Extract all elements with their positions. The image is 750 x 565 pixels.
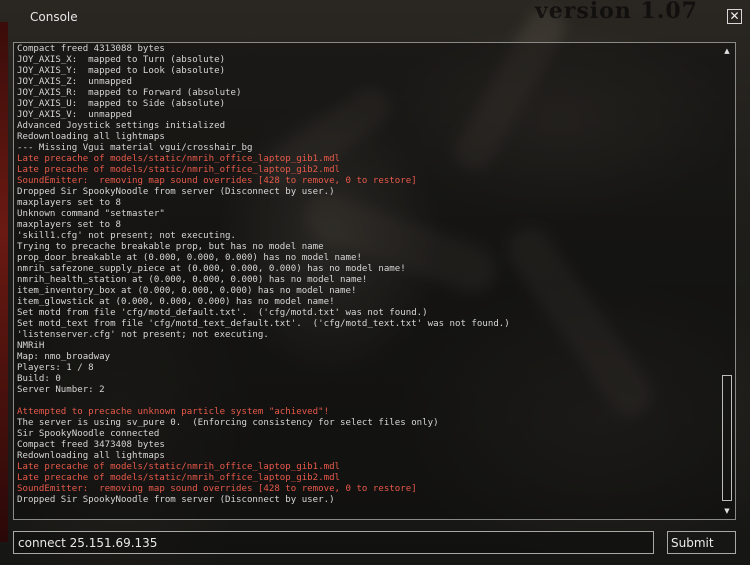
log-line: Attempted to precache unknown particle s… <box>17 407 330 417</box>
log-line: 'listenserver.cfg' not present; not exec… <box>17 330 269 340</box>
version-watermark: version 1.07 <box>534 0 698 24</box>
log-line: The server is using sv_pure 0. (Enforcin… <box>17 418 439 428</box>
log-line: item_inventory_box at (0.000, 0.000, 0.0… <box>17 286 357 296</box>
log-line: Dropped Sir SpookyNoodle from server (Di… <box>17 187 335 197</box>
log-line: nmrih_safezone_supply_piece at (0.000, 0… <box>17 264 406 274</box>
log-line: prop_door_breakable at (0.000, 0.000, 0.… <box>17 253 362 263</box>
log-line: Map: nmo_broadway <box>17 352 111 362</box>
log-line: Advanced Joystick settings initialized <box>17 121 226 131</box>
log-line: Build: 0 <box>17 374 61 384</box>
log-line: Set motd from file 'cfg/motd_default.txt… <box>17 308 428 318</box>
log-line: Late precache of models/static/nmrih_off… <box>17 165 341 175</box>
log-scrollbar[interactable]: ▲ ▼ <box>719 43 735 519</box>
log-line: JOY_AXIS_R: mapped to Forward (absolute) <box>17 88 242 98</box>
scrollbar-thumb[interactable] <box>722 375 732 501</box>
scroll-down-icon[interactable]: ▼ <box>722 506 732 516</box>
log-line: Dropped Sir SpookyNoodle from server (Di… <box>17 495 335 505</box>
log-line: SoundEmitter: removing map sound overrid… <box>17 176 417 186</box>
log-line: JOY_AXIS_V: unmapped <box>17 110 132 120</box>
log-line: Redownloading all lightmaps <box>17 132 165 142</box>
log-line: Late precache of models/static/nmrih_off… <box>17 462 341 472</box>
log-line: Late precache of models/static/nmrih_off… <box>17 154 341 164</box>
log-line: Server Number: 2 <box>17 385 105 395</box>
log-line: maxplayers set to 8 <box>17 220 122 230</box>
log-line: Players: 1 / 8 <box>17 363 94 373</box>
background-edge <box>0 22 8 542</box>
log-line: Set motd_text from file 'cfg/motd_text_d… <box>17 319 510 329</box>
console-window: version 1.07 Console ✕ Compact freed 431… <box>0 0 750 565</box>
console-log-panel[interactable]: Compact freed 4313088 bytes JOY_AXIS_X: m… <box>13 42 736 520</box>
scroll-up-icon[interactable]: ▲ <box>722 46 732 56</box>
log-line: JOY_AXIS_Z: unmapped <box>17 77 132 87</box>
command-input[interactable] <box>13 531 654 554</box>
log-line: item_glowstick at (0.000, 0.000, 0.000) … <box>17 297 335 307</box>
log-line: nmrih_health_station at (0.000, 0.000, 0… <box>17 275 368 285</box>
console-log: Compact freed 4313088 bytes JOY_AXIS_X: m… <box>17 44 717 518</box>
log-line: SoundEmitter: removing map sound overrid… <box>17 484 417 494</box>
log-line: Redownloading all lightmaps <box>17 451 165 461</box>
log-line: --- Missing Vgui material vgui/crosshair… <box>17 143 253 153</box>
log-line: NMRiH <box>17 341 45 351</box>
log-line: Trying to precache breakable prop, but h… <box>17 242 324 252</box>
log-line: maxplayers set to 8 <box>17 198 122 208</box>
log-line: Compact freed 4313088 bytes <box>17 44 165 54</box>
log-line: JOY_AXIS_X: mapped to Turn (absolute) <box>17 55 226 65</box>
log-line: JOY_AXIS_U: mapped to Side (absolute) <box>17 99 226 109</box>
log-line: Unknown command "setmaster" <box>17 209 165 219</box>
log-line: JOY_AXIS_Y: mapped to Look (absolute) <box>17 66 226 76</box>
log-line: 'skill1.cfg' not present; not executing. <box>17 231 236 241</box>
log-line: Compact freed 3473408 bytes <box>17 440 165 450</box>
window-title: Console <box>30 10 78 24</box>
submit-button[interactable]: Submit <box>667 531 736 554</box>
log-line: Late precache of models/static/nmrih_off… <box>17 473 341 483</box>
close-icon[interactable]: ✕ <box>727 9 742 24</box>
log-line: Sir SpookyNoodle connected <box>17 429 160 439</box>
